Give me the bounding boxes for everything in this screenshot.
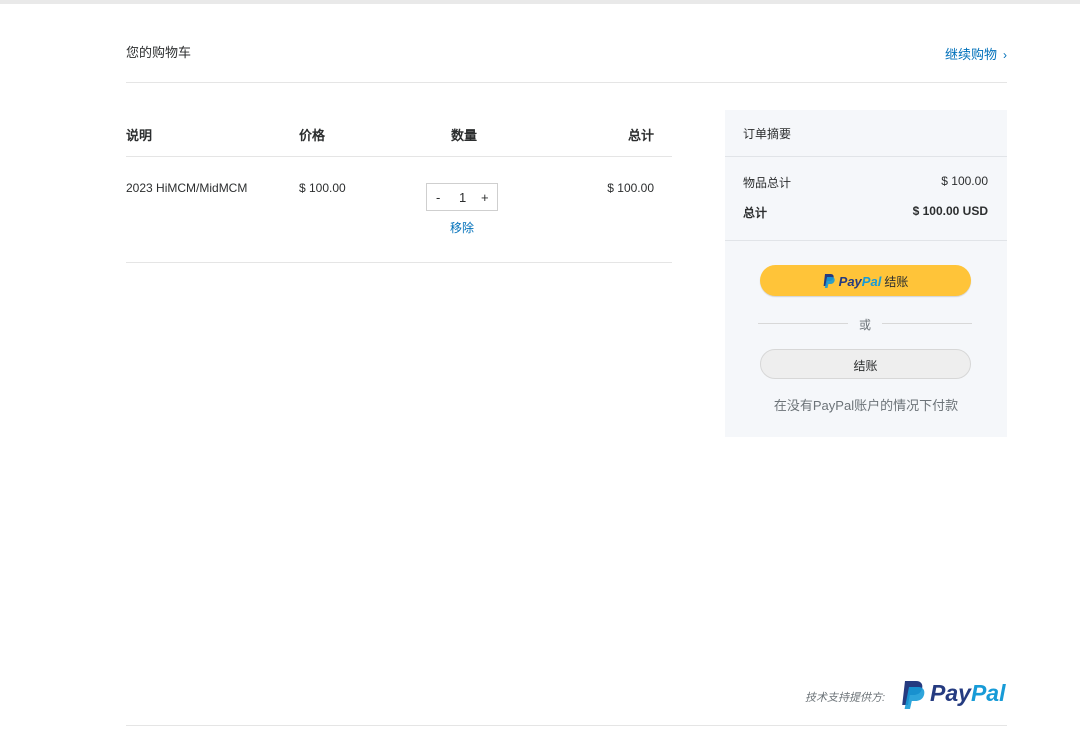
order-summary-panel: 订单摘要 物品总计 $ 100.00 总计 $ 100.00 USD PayPa… bbox=[725, 110, 1007, 437]
quantity-decrease-button[interactable]: - bbox=[436, 190, 440, 205]
item-total: $ 100.00 bbox=[607, 181, 654, 195]
pay-without-account-text: 在没有PayPal账户的情况下付款 bbox=[773, 398, 959, 413]
column-quantity: 数量 bbox=[451, 128, 478, 143]
quantity-value[interactable]: 1 bbox=[459, 190, 466, 205]
paypal-logo-word-pay: Pay bbox=[930, 680, 971, 706]
paypal-button-word-pay: Pay bbox=[838, 274, 862, 289]
paypal-logo-word-pal: Pal bbox=[970, 680, 1006, 706]
column-description: 说明 bbox=[126, 128, 153, 143]
paypal-logo: PayPal bbox=[930, 680, 1005, 707]
quantity-increase-button[interactable]: + bbox=[481, 190, 489, 205]
cart-item-row: 2023 HiMCM/MidMCM $ 100.00 - 1 + 移除 $ 10… bbox=[126, 157, 672, 263]
paypal-checkout-button[interactable]: PayPal 结账 bbox=[760, 265, 971, 296]
paypal-button-suffix: 结账 bbox=[884, 275, 909, 289]
items-total-label: 物品总计 bbox=[743, 176, 792, 190]
summary-divider bbox=[725, 156, 1007, 157]
checkout-button-label: 结账 bbox=[853, 359, 878, 373]
page-title: 您的购物车 bbox=[126, 45, 192, 60]
or-divider-right bbox=[882, 323, 972, 324]
checkout-button[interactable]: 结账 bbox=[760, 349, 971, 379]
column-total: 总计 bbox=[627, 128, 654, 143]
paypal-logo-icon bbox=[902, 681, 925, 709]
cart-header: 您的购物车 继续购物 › bbox=[126, 40, 1007, 83]
footer-divider bbox=[126, 725, 1007, 726]
cart-table-header: 说明 价格 数量 总计 bbox=[126, 110, 672, 157]
powered-by-label: 技术支持提供方: bbox=[805, 692, 886, 704]
quantity-stepper: - 1 + bbox=[426, 183, 498, 211]
continue-shopping-label: 继续购物 bbox=[944, 47, 997, 62]
remove-item-link[interactable]: 移除 bbox=[450, 219, 474, 236]
item-price: $ 100.00 bbox=[299, 181, 346, 195]
item-description: 2023 HiMCM/MidMCM bbox=[126, 181, 248, 195]
column-price: 价格 bbox=[299, 128, 326, 143]
top-bar bbox=[0, 0, 1080, 4]
paypal-button-word-pal: Pal bbox=[861, 274, 882, 289]
or-divider-left bbox=[758, 323, 848, 324]
total-value: $ 100.00 USD bbox=[912, 204, 988, 218]
or-label: 或 bbox=[859, 318, 872, 332]
continue-shopping-link[interactable]: 继续购物 › bbox=[945, 44, 1007, 63]
summary-divider bbox=[725, 240, 1007, 241]
paypal-icon bbox=[823, 274, 835, 288]
order-summary-title: 订单摘要 bbox=[743, 127, 792, 141]
chevron-right-icon: › bbox=[1003, 48, 1007, 62]
items-total-value: $ 100.00 bbox=[941, 174, 988, 188]
total-label: 总计 bbox=[743, 206, 768, 220]
